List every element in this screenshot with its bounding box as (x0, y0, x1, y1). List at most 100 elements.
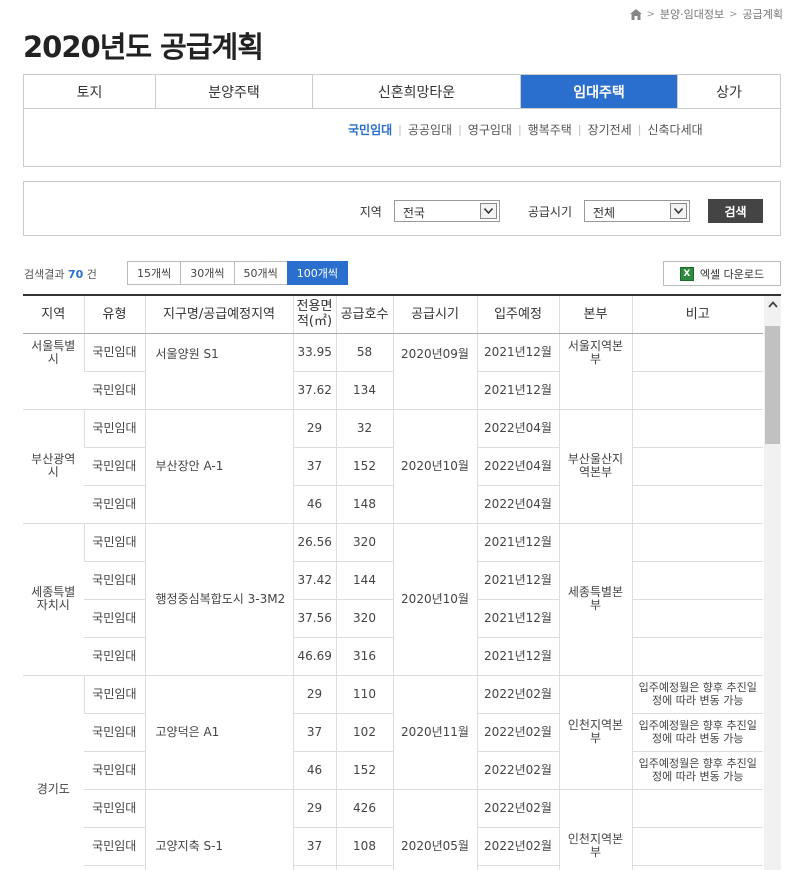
region-label: 지역 (359, 204, 382, 219)
units-cell: 152 (335, 751, 393, 790)
search-panel: 지역 전국 공급시기 전체 검색 (23, 181, 781, 236)
excel-icon: X (679, 266, 694, 281)
area-cell: 37 (292, 713, 336, 752)
units-cell: 134 (335, 371, 393, 410)
area-cell: 37 (292, 827, 336, 866)
breadcrumb-item[interactable]: 분양·임대정보 (660, 6, 724, 22)
period-label: 공급시기 (527, 204, 572, 219)
note-cell (631, 371, 763, 410)
area-cell: 37.42 (292, 561, 336, 600)
subtab-long-term-jeonse[interactable]: 장기전세 (588, 121, 632, 138)
move-in-cell: 2022년02월 (476, 827, 559, 866)
hq-cell: 인천지역본부 (558, 789, 632, 870)
table-header-row: 지역 유형 지구명/공급예정지역 전용면 적(㎡) 공급호수 공급시기 입주예정 … (23, 296, 763, 334)
column-header-area-line2: 적(㎡) (296, 314, 333, 330)
search-button[interactable]: 검색 (708, 199, 763, 223)
subtab-happy-housing[interactable]: 행복주택 (528, 121, 572, 138)
note-cell (631, 447, 763, 486)
units-cell: 316 (335, 637, 393, 676)
note-cell (631, 409, 763, 448)
subtab-permanent-rental[interactable]: 영구임대 (468, 121, 512, 138)
chevron-down-icon (479, 203, 497, 219)
tab-commercial[interactable]: 상가 (678, 75, 780, 108)
period-select[interactable]: 전체 (584, 200, 690, 222)
column-header-site: 지구명/공급예정지역 (144, 296, 293, 334)
home-icon[interactable] (629, 8, 642, 20)
per-page-selector: 15개씩 30개씩 50개씩 100개씩 (127, 261, 348, 285)
column-header-note: 비고 (631, 296, 763, 334)
per-page-100-button[interactable]: 100개씩 (286, 261, 348, 285)
region-cell: 서울특별시 (23, 333, 84, 410)
category-tabs-panel: 토지 분양주택 신혼희망타운 임대주택 상가 국민임대 | 공공임대 | 영구임… (23, 74, 781, 167)
chevron-right-icon: > (729, 8, 738, 20)
type-cell: 국민임대 (83, 675, 145, 714)
supply-period-cell: 2020년11월 (392, 675, 477, 790)
region-select-value: 전국 (402, 206, 425, 220)
note-cell (631, 523, 763, 562)
site-cell: 고양지축 S-1 (144, 789, 293, 870)
divider: | (637, 123, 642, 136)
type-cell: 국민임대 (84, 371, 145, 410)
subtab-new-multifamily[interactable]: 신축다세대 (647, 121, 702, 138)
site-cell: 고양덕은 A1 (144, 675, 293, 790)
supply-period-cell: 2020년09월 (392, 333, 477, 410)
site-cell: 행정중심복합도시 3-3M2 (144, 523, 293, 676)
site-cell: 부산장안 A-1 (144, 409, 293, 524)
subtab-national-rental[interactable]: 국민임대 (348, 121, 392, 138)
supply-period-cell: 2020년10월 (392, 523, 477, 676)
type-cell: 국민임대 (84, 789, 145, 828)
note-cell (631, 333, 763, 372)
area-cell: 46.69 (292, 637, 336, 676)
move-in-cell: 2022년02월 (476, 751, 559, 790)
type-cell: 국민임대 (84, 447, 145, 486)
per-page-15-button[interactable]: 15개씩 (127, 261, 182, 285)
tab-newlywed-town[interactable]: 신혼희망타운 (313, 75, 521, 108)
site-cell: 서울양원 S1 (144, 333, 293, 410)
region-select[interactable]: 전국 (393, 200, 500, 222)
units-cell: 102 (335, 713, 393, 752)
type-cell: 국민임대 (84, 751, 145, 790)
note-cell (631, 485, 763, 524)
type-cell: 국민임대 (84, 599, 145, 638)
type-cell: 국민임대 (84, 865, 145, 870)
tab-land[interactable]: 토지 (24, 75, 156, 108)
note-cell (631, 599, 763, 638)
area-cell: 37.56 (292, 599, 336, 638)
area-cell: 37 (292, 447, 336, 486)
chevron-right-icon: > (646, 8, 655, 20)
period-select-value: 전체 (593, 206, 616, 220)
table-scrollbar[interactable] (764, 296, 781, 870)
per-page-50-button[interactable]: 50개씩 (233, 261, 288, 285)
divider: | (577, 123, 582, 136)
area-cell (292, 865, 336, 870)
units-cell: 32 (335, 409, 393, 448)
move-in-cell: 2021년12월 (476, 523, 559, 562)
breadcrumb-item-current[interactable]: 공급계획 (743, 6, 783, 22)
hq-cell: 부산울산지역본부 (558, 409, 632, 524)
result-bar: 검색결과 70 건 15개씩 30개씩 50개씩 100개씩 X 엑셀 다운로드 (24, 261, 781, 286)
move-in-cell: 2022년02월 (476, 713, 559, 752)
table-row: 경기도 국민임대 고양덕은 A1 29 110 2020년11월 2022년02… (23, 675, 763, 870)
move-in-cell: 2021년12월 (476, 333, 559, 372)
scroll-up-icon[interactable] (764, 296, 781, 313)
category-tabs: 토지 분양주택 신혼희망타운 임대주택 상가 (24, 75, 780, 109)
scrollbar-thumb[interactable] (765, 326, 780, 444)
units-cell: 320 (335, 599, 393, 638)
tab-rental-housing[interactable]: 임대주택 (521, 75, 678, 108)
column-header-area-line1: 전용면 (296, 299, 333, 315)
supply-plan-table: 지역 유형 지구명/공급예정지역 전용면 적(㎡) 공급호수 공급시기 입주예정 … (23, 294, 781, 870)
type-cell: 국민임대 (84, 827, 145, 866)
table-row: 세종특별자치시 국민임대 행정중심복합도시 3-3M2 26.56 320 20… (23, 523, 763, 676)
area-cell: 29 (292, 409, 336, 448)
tab-sale-housing[interactable]: 분양주택 (156, 75, 313, 108)
type-cell: 국민임대 (84, 485, 145, 524)
per-page-30-button[interactable]: 30개씩 (180, 261, 235, 285)
note-cell: 입주예정월은 향후 추진일정에 따라 변동 가능 (631, 675, 763, 714)
area-cell: 26.56 (292, 523, 336, 562)
region-cell: 세종특별자치시 (23, 523, 84, 676)
move-in-cell: 2021년12월 (476, 599, 559, 638)
excel-download-button[interactable]: X 엑셀 다운로드 (663, 261, 781, 286)
subtab-public-rental[interactable]: 공공임대 (408, 121, 452, 138)
column-header-units: 공급호수 (335, 296, 393, 334)
hq-cell: 서울지역본부 (558, 333, 632, 410)
